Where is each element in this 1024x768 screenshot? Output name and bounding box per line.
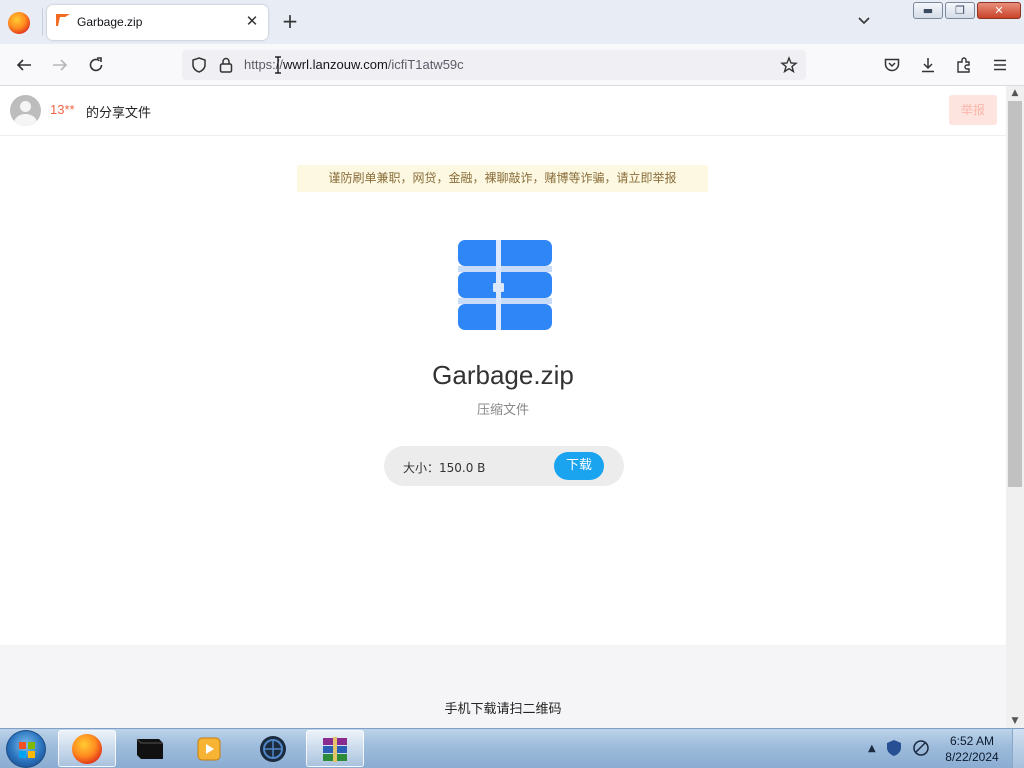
file-size: 大小：150.0 B bbox=[403, 461, 486, 475]
share-header: 13** 的分享文件 举报 bbox=[0, 86, 1006, 136]
navigation-toolbar: https://wwrl.lanzouw.com/icfiT1atw59c bbox=[0, 44, 1024, 86]
back-button[interactable] bbox=[12, 53, 36, 77]
start-button[interactable] bbox=[6, 730, 46, 768]
downloads-button[interactable] bbox=[916, 53, 940, 77]
report-button[interactable]: 举报 bbox=[949, 95, 997, 125]
download-panel: 大小：150.0 B 下载 bbox=[384, 446, 624, 486]
tab-close-icon[interactable]: ✕ bbox=[244, 13, 260, 29]
bookmark-star-icon[interactable] bbox=[780, 56, 798, 74]
qr-download-hint: 手机下载请扫二维码 bbox=[444, 702, 562, 717]
tab-title: Garbage.zip bbox=[77, 15, 143, 29]
taskbar-media-player[interactable] bbox=[180, 730, 238, 767]
app-globe-icon bbox=[260, 735, 286, 762]
firefox-view-icon[interactable] bbox=[8, 12, 30, 34]
url-host: wwrl.lanzouw.com bbox=[283, 57, 388, 72]
list-all-tabs-icon[interactable] bbox=[855, 12, 873, 30]
file-name: Garbage.zip bbox=[432, 360, 574, 390]
media-player-icon bbox=[197, 737, 221, 760]
terminal-icon bbox=[136, 738, 163, 759]
clock-date: 8/22/2024 bbox=[945, 750, 999, 764]
avatar-body bbox=[14, 114, 37, 126]
web-page: 13** 的分享文件 举报 谨防刷单兼职，网贷，金融，裸聊敲诈，赌博等诈骗，请立… bbox=[0, 86, 1006, 728]
fraud-warning-notice: 谨防刷单兼职，网贷，金融，裸聊敲诈，赌博等诈骗，请立即举报 bbox=[297, 165, 708, 192]
network-icon[interactable] bbox=[912, 739, 930, 757]
system-tray: ▲ bbox=[868, 735, 930, 761]
shield-icon[interactable] bbox=[190, 56, 208, 74]
pocket-button[interactable] bbox=[880, 53, 904, 77]
pocket-icon bbox=[884, 58, 900, 72]
windows-taskbar: ▲ 6:52 AM 8/22/2024 bbox=[0, 728, 1024, 768]
download-button[interactable]: 下载 bbox=[554, 452, 604, 480]
share-label: 的分享文件 bbox=[86, 106, 152, 121]
tab-separator bbox=[42, 8, 43, 36]
download-icon bbox=[922, 58, 934, 73]
maximize-button[interactable]: ❐ bbox=[945, 2, 975, 19]
show-desktop-button[interactable] bbox=[1012, 729, 1024, 768]
puzzle-icon bbox=[957, 57, 970, 73]
forward-button[interactable] bbox=[48, 53, 72, 77]
url-path: /icfiT1atw59c bbox=[387, 57, 464, 72]
taskbar-firefox[interactable] bbox=[58, 730, 116, 767]
address-bar[interactable]: https://wwrl.lanzouw.com/icfiT1atw59c bbox=[182, 50, 806, 80]
security-shield-icon[interactable] bbox=[886, 739, 902, 757]
browser-tab-strip: Garbage.zip ✕ + ▬ ❐ ✕ bbox=[0, 0, 1024, 44]
tray-expand-icon[interactable]: ▲ bbox=[868, 743, 876, 754]
reload-icon bbox=[89, 57, 103, 72]
page-footer: 手机下载请扫二维码 bbox=[0, 645, 1006, 728]
scroll-up-icon[interactable]: ▲ bbox=[1006, 86, 1024, 100]
text-cursor-icon bbox=[275, 56, 281, 74]
zip-archive-icon bbox=[458, 240, 552, 330]
taskbar-winrar[interactable] bbox=[306, 730, 364, 767]
minimize-button[interactable]: ▬ bbox=[913, 2, 943, 19]
clock-time: 6:52 AM bbox=[949, 734, 995, 748]
reload-button[interactable] bbox=[84, 53, 108, 77]
scroll-down-icon[interactable]: ▼ bbox=[1006, 714, 1024, 728]
taskbar-app-globe[interactable] bbox=[244, 730, 302, 767]
lock-icon[interactable] bbox=[218, 56, 234, 74]
lanzou-favicon-icon bbox=[56, 14, 70, 26]
page-scrollbar[interactable]: ▲ ▼ bbox=[1006, 86, 1024, 728]
scrollbar-thumb[interactable] bbox=[1008, 101, 1022, 487]
taskbar-terminal[interactable] bbox=[120, 730, 178, 767]
firefox-icon bbox=[72, 733, 102, 764]
forward-arrow-icon bbox=[53, 59, 68, 71]
system-clock[interactable]: 6:52 AM 8/22/2024 bbox=[936, 733, 1008, 765]
hamburger-menu-icon bbox=[994, 59, 1006, 71]
close-window-button[interactable]: ✕ bbox=[977, 2, 1021, 19]
avatar bbox=[10, 95, 41, 126]
extensions-button[interactable] bbox=[952, 53, 976, 77]
file-type: 压缩文件 bbox=[476, 403, 529, 418]
tab-garbage-zip[interactable]: Garbage.zip ✕ bbox=[47, 5, 268, 40]
new-tab-button[interactable]: + bbox=[280, 10, 300, 32]
winrar-icon bbox=[323, 736, 347, 762]
back-arrow-icon bbox=[16, 59, 31, 71]
app-menu-button[interactable] bbox=[988, 53, 1012, 77]
windows-logo-icon bbox=[19, 742, 35, 758]
uploader-name[interactable]: 13** bbox=[50, 102, 75, 117]
avatar-head bbox=[20, 101, 31, 112]
